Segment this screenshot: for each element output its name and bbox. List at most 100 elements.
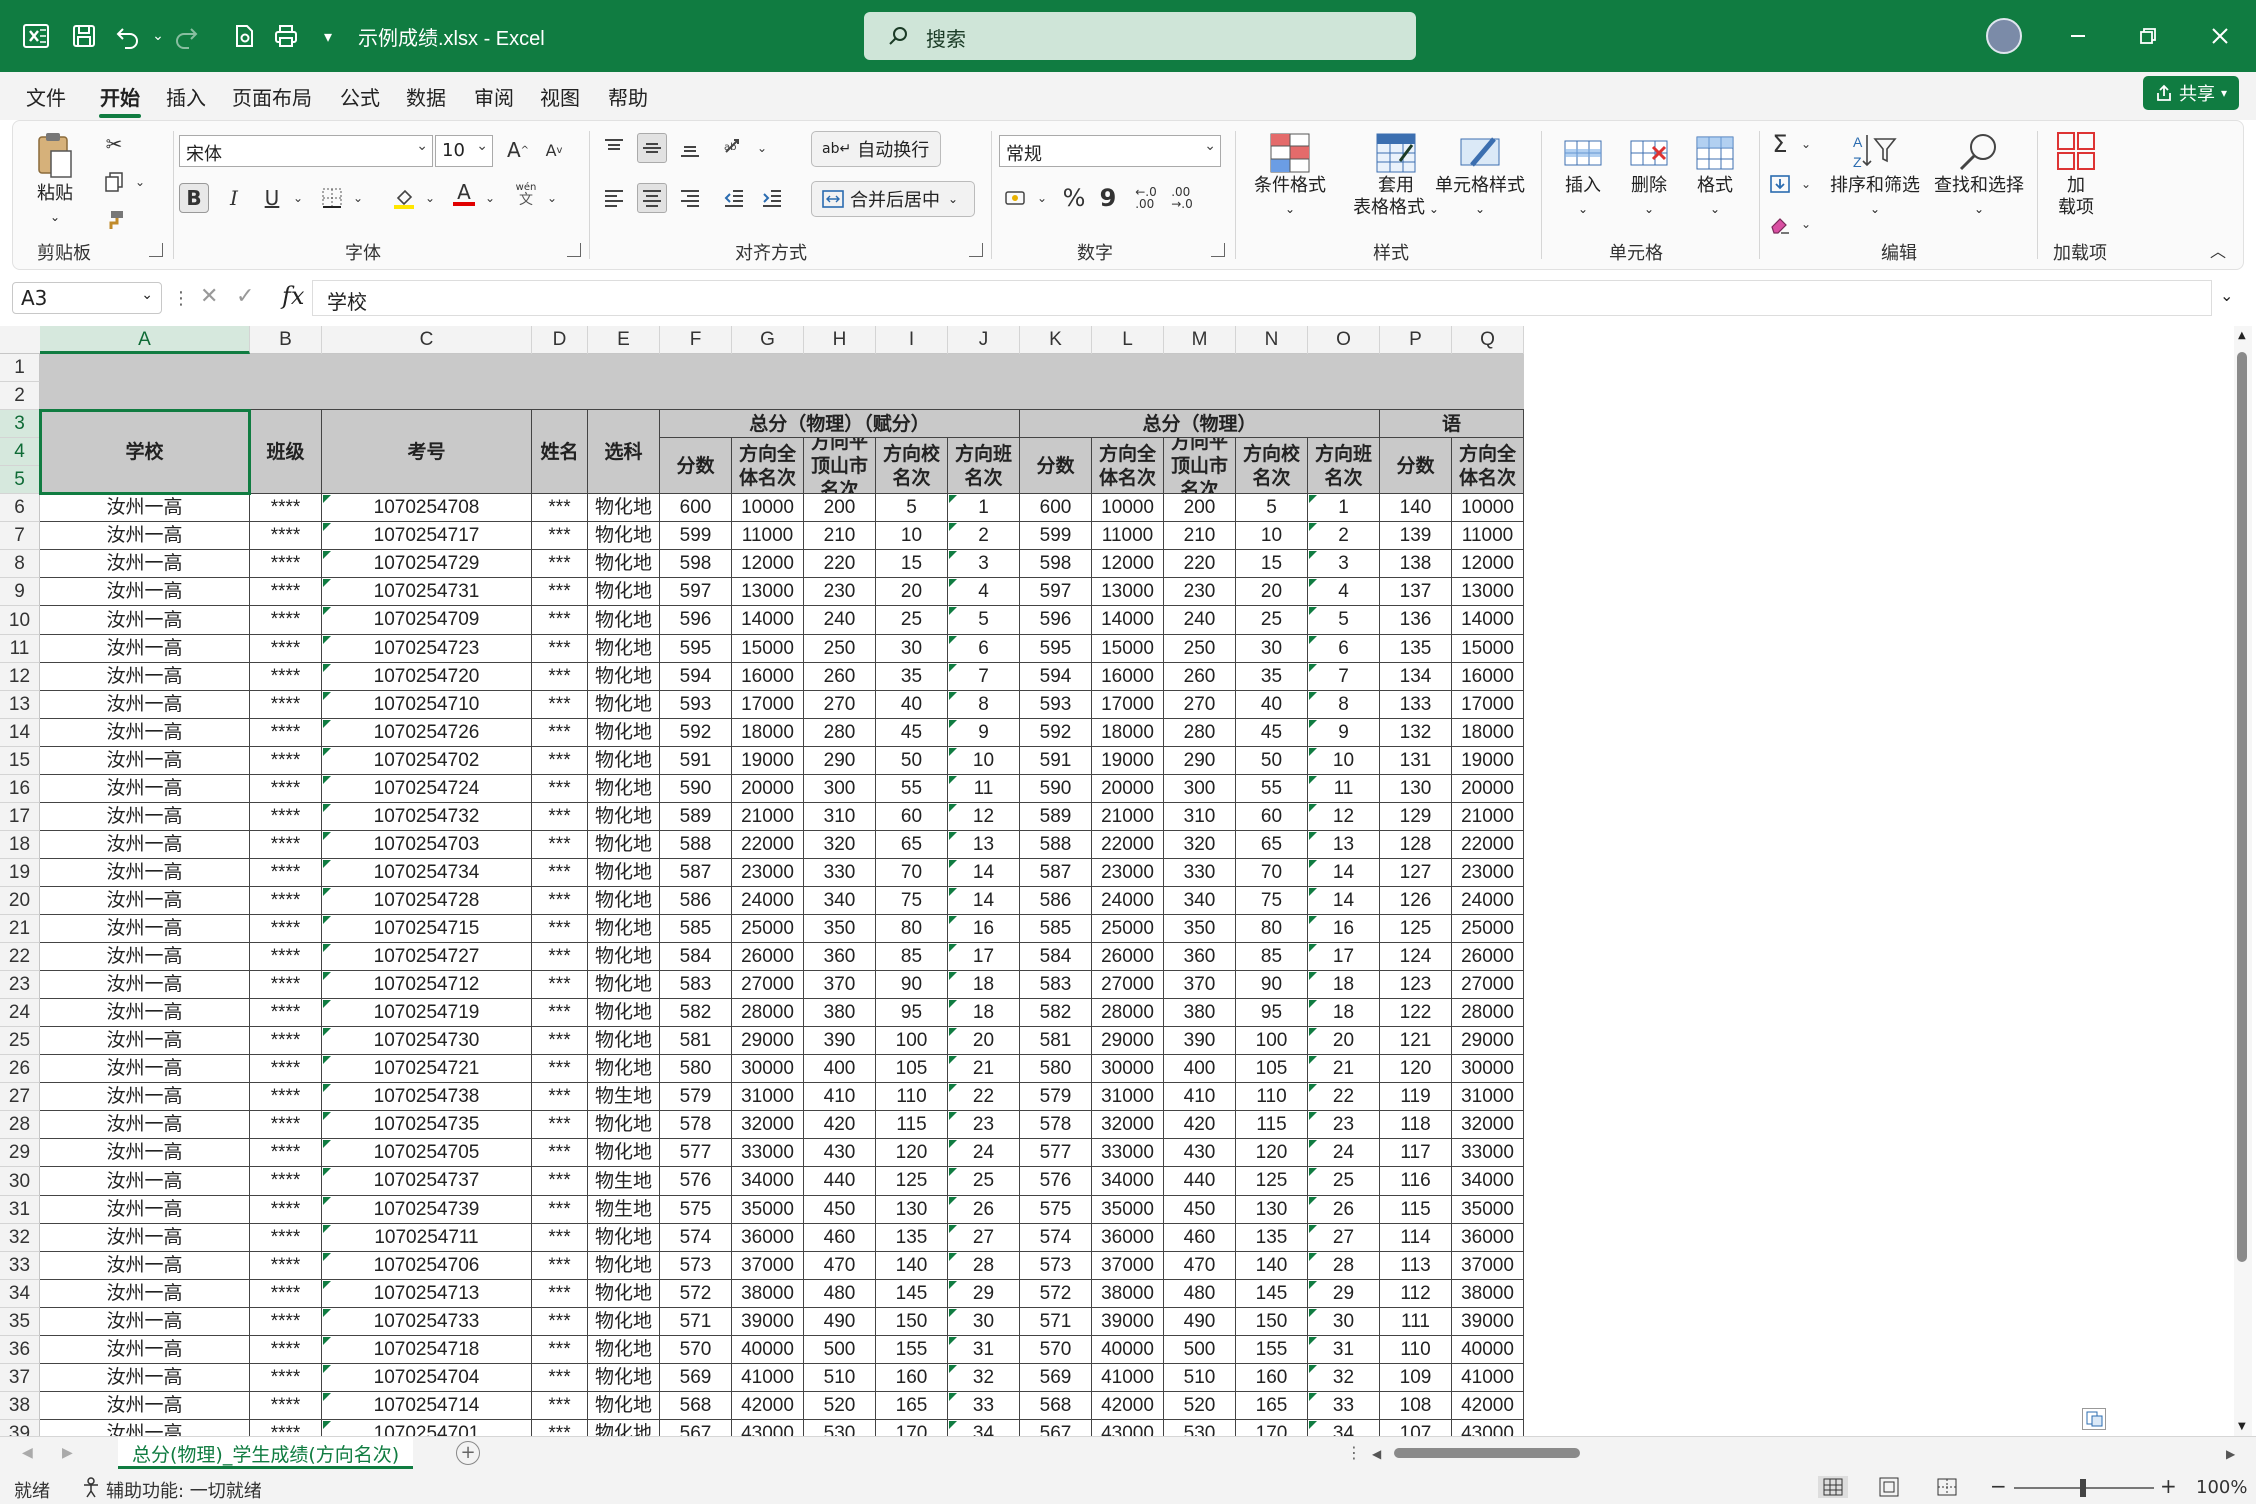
cell-A16[interactable]: 汝州一高 xyxy=(40,775,250,803)
cell-B34[interactable]: **** xyxy=(250,1280,322,1308)
cell-O12[interactable]: 7 xyxy=(1308,663,1380,691)
cell-L13[interactable]: 17000 xyxy=(1092,691,1164,719)
cell-D21[interactable]: *** xyxy=(532,915,588,943)
cell-C6[interactable]: 1070254708 xyxy=(322,494,532,522)
cell-Q20[interactable]: 24000 xyxy=(1452,887,1524,915)
cell-A34[interactable]: 汝州一高 xyxy=(40,1280,250,1308)
cell-A35[interactable]: 汝州一高 xyxy=(40,1308,250,1336)
cell-B19[interactable]: **** xyxy=(250,859,322,887)
cell-M23[interactable]: 370 xyxy=(1164,971,1236,999)
cell-J13[interactable]: 8 xyxy=(948,691,1020,719)
cell-A38[interactable]: 汝州一高 xyxy=(40,1392,250,1420)
cell-M13[interactable]: 270 xyxy=(1164,691,1236,719)
cell-F29[interactable]: 577 xyxy=(660,1139,732,1167)
header-sub-P[interactable]: 分数 xyxy=(1380,438,1452,494)
cell-B16[interactable]: **** xyxy=(250,775,322,803)
column-header-N[interactable]: N xyxy=(1236,326,1308,354)
cell-J38[interactable]: 33 xyxy=(948,1392,1020,1420)
column-header-Q[interactable]: Q xyxy=(1452,326,1524,354)
cell-G19[interactable]: 23000 xyxy=(732,859,804,887)
cell-B22[interactable]: **** xyxy=(250,943,322,971)
cell-Q21[interactable]: 25000 xyxy=(1452,915,1524,943)
cell-P9[interactable]: 137 xyxy=(1380,578,1452,606)
cell-H16[interactable]: 300 xyxy=(804,775,876,803)
cell-D9[interactable]: *** xyxy=(532,578,588,606)
cell-K15[interactable]: 591 xyxy=(1020,747,1092,775)
cell-N34[interactable]: 145 xyxy=(1236,1280,1308,1308)
fill-dropdown-icon[interactable]: ⌄ xyxy=(1791,169,1821,199)
cell-F17[interactable]: 589 xyxy=(660,803,732,831)
column-header-K[interactable]: K xyxy=(1020,326,1092,354)
confirm-entry-icon[interactable]: ✓ xyxy=(236,284,254,309)
cell-G23[interactable]: 27000 xyxy=(732,971,804,999)
cell-N6[interactable]: 5 xyxy=(1236,494,1308,522)
row-header-20[interactable]: 20 xyxy=(0,887,40,915)
cell-N18[interactable]: 65 xyxy=(1236,831,1308,859)
cell-D14[interactable]: *** xyxy=(532,719,588,747)
cell-M9[interactable]: 230 xyxy=(1164,578,1236,606)
cell-O6[interactable]: 1 xyxy=(1308,494,1380,522)
cell-L19[interactable]: 23000 xyxy=(1092,859,1164,887)
cell-J8[interactable]: 3 xyxy=(948,550,1020,578)
cell-J7[interactable]: 2 xyxy=(948,522,1020,550)
cell-N11[interactable]: 30 xyxy=(1236,635,1308,663)
cell-H23[interactable]: 370 xyxy=(804,971,876,999)
cell-D11[interactable]: *** xyxy=(532,635,588,663)
cell-C20[interactable]: 1070254728 xyxy=(322,887,532,915)
cell-I38[interactable]: 165 xyxy=(876,1392,948,1420)
cell-E28[interactable]: 物化地 xyxy=(588,1111,660,1139)
cell-L37[interactable]: 41000 xyxy=(1092,1364,1164,1392)
cell-I22[interactable]: 85 xyxy=(876,943,948,971)
cell-G12[interactable]: 16000 xyxy=(732,663,804,691)
align-left-icon[interactable] xyxy=(599,183,629,213)
cell-M8[interactable]: 220 xyxy=(1164,550,1236,578)
cell-B18[interactable]: **** xyxy=(250,831,322,859)
cell-F32[interactable]: 574 xyxy=(660,1224,732,1252)
tab-file[interactable]: 文件 xyxy=(26,82,66,111)
print-preview-icon[interactable] xyxy=(226,18,262,54)
tab-page-layout[interactable]: 页面布局 xyxy=(232,82,312,111)
autosum-dropdown-icon[interactable]: ⌄ xyxy=(1791,129,1821,159)
row-header-16[interactable]: 16 xyxy=(0,775,40,803)
row-header-23[interactable]: 23 xyxy=(0,971,40,999)
row-header-5[interactable]: 5 xyxy=(0,466,40,494)
cell-A17[interactable]: 汝州一高 xyxy=(40,803,250,831)
cell-E39[interactable]: 物化地 xyxy=(588,1420,660,1436)
page-layout-view-icon[interactable] xyxy=(1878,1476,1900,1498)
row-header-3[interactable]: 3 xyxy=(0,410,40,438)
column-header-E[interactable]: E xyxy=(588,326,660,354)
cell-F6[interactable]: 600 xyxy=(660,494,732,522)
cell-E36[interactable]: 物化地 xyxy=(588,1336,660,1364)
cell-P38[interactable]: 108 xyxy=(1380,1392,1452,1420)
cell-M18[interactable]: 320 xyxy=(1164,831,1236,859)
cell-Q34[interactable]: 38000 xyxy=(1452,1280,1524,1308)
cell-G22[interactable]: 26000 xyxy=(732,943,804,971)
cell-H14[interactable]: 280 xyxy=(804,719,876,747)
paste-options-icon[interactable] xyxy=(2082,1408,2106,1430)
name-box-dropdown-icon[interactable]: ⌄ xyxy=(141,287,153,303)
cell-J23[interactable]: 18 xyxy=(948,971,1020,999)
cell-C8[interactable]: 1070254729 xyxy=(322,550,532,578)
row-header-18[interactable]: 18 xyxy=(0,831,40,859)
cell-M14[interactable]: 280 xyxy=(1164,719,1236,747)
cell-A27[interactable]: 汝州一高 xyxy=(40,1083,250,1111)
cell-A12[interactable]: 汝州一高 xyxy=(40,663,250,691)
cell-H28[interactable]: 420 xyxy=(804,1111,876,1139)
cell-P22[interactable]: 124 xyxy=(1380,943,1452,971)
column-header-L[interactable]: L xyxy=(1092,326,1164,354)
cell-J19[interactable]: 14 xyxy=(948,859,1020,887)
cell-E32[interactable]: 物化地 xyxy=(588,1224,660,1252)
tab-data[interactable]: 数据 xyxy=(406,82,446,111)
cell-C39[interactable]: 1070254701 xyxy=(322,1420,532,1436)
cell-J14[interactable]: 9 xyxy=(948,719,1020,747)
cell-H19[interactable]: 330 xyxy=(804,859,876,887)
cell-Q26[interactable]: 30000 xyxy=(1452,1055,1524,1083)
cell-M37[interactable]: 510 xyxy=(1164,1364,1236,1392)
font-name-combo[interactable]: 宋体 ⌄ xyxy=(179,135,433,167)
cell-D35[interactable]: *** xyxy=(532,1308,588,1336)
row-header-2[interactable]: 2 xyxy=(0,382,40,410)
normal-view-icon[interactable] xyxy=(1818,1476,1848,1498)
cell-P34[interactable]: 112 xyxy=(1380,1280,1452,1308)
header-school[interactable]: 学校 xyxy=(40,410,250,494)
cell-I26[interactable]: 105 xyxy=(876,1055,948,1083)
